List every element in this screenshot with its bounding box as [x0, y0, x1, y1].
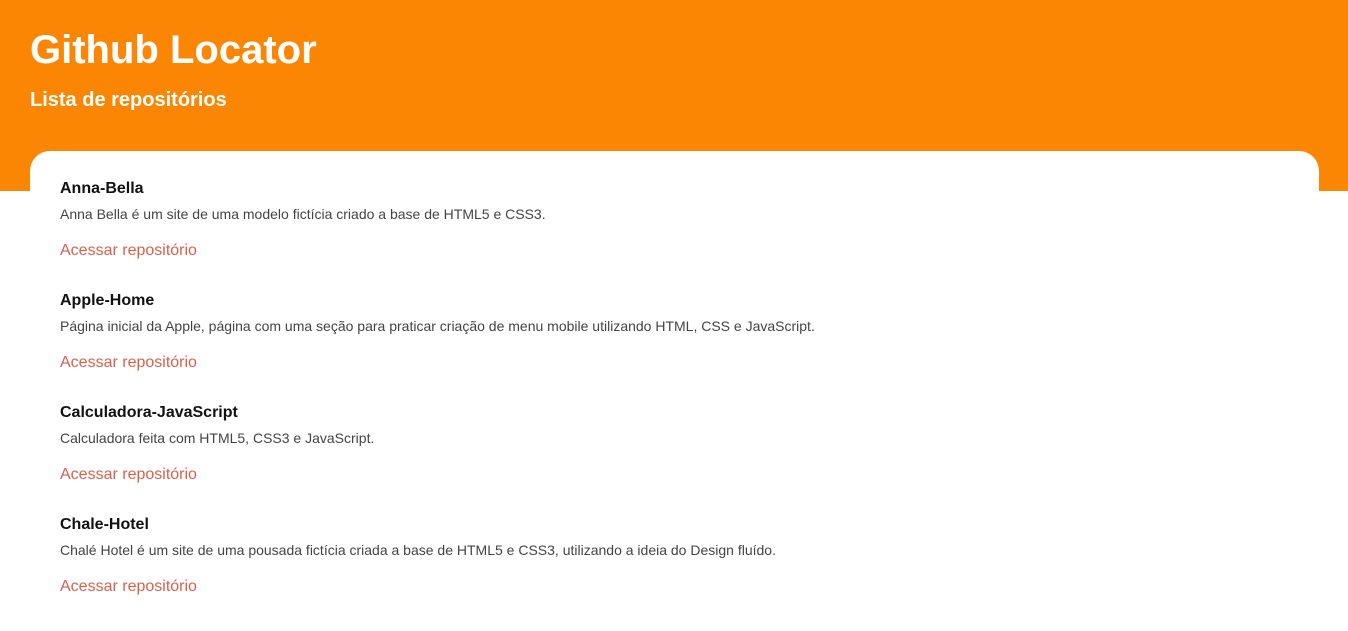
repo-link[interactable]: Acessar repositório: [60, 465, 197, 485]
page-subtitle: Lista de repositórios: [30, 89, 227, 111]
list-item: Calculadora-JavaScript Calculadora feita…: [60, 403, 1289, 515]
repo-name: Apple-Home: [60, 292, 155, 309]
list-item: Apple-Home Página inicial da Apple, pági…: [60, 291, 1289, 403]
repo-name: Chale-Hotel: [60, 516, 149, 533]
repo-description: Página inicial da Apple, página com uma …: [60, 318, 815, 334]
repo-name: Calculadora-JavaScript: [60, 404, 238, 421]
list-item: Chale-Hotel Chalé Hotel é um site de uma…: [60, 515, 1289, 627]
app-title: Github Locator: [30, 28, 317, 72]
repo-link[interactable]: Acessar repositório: [60, 241, 197, 261]
repo-description: Calculadora feita com HTML5, CSS3 e Java…: [60, 430, 375, 446]
repo-link[interactable]: Acessar repositório: [60, 353, 197, 373]
repo-description: Chalé Hotel é um site de uma pousada fic…: [60, 542, 776, 558]
list-item: Anna-Bella Anna Bella é um site de uma m…: [60, 179, 1289, 291]
repo-link[interactable]: Acessar repositório: [60, 577, 197, 597]
repo-name: Anna-Bella: [60, 180, 144, 197]
repo-list: Anna-Bella Anna Bella é um site de uma m…: [30, 151, 1319, 631]
repo-description: Anna Bella é um site de uma modelo fictí…: [60, 206, 546, 222]
